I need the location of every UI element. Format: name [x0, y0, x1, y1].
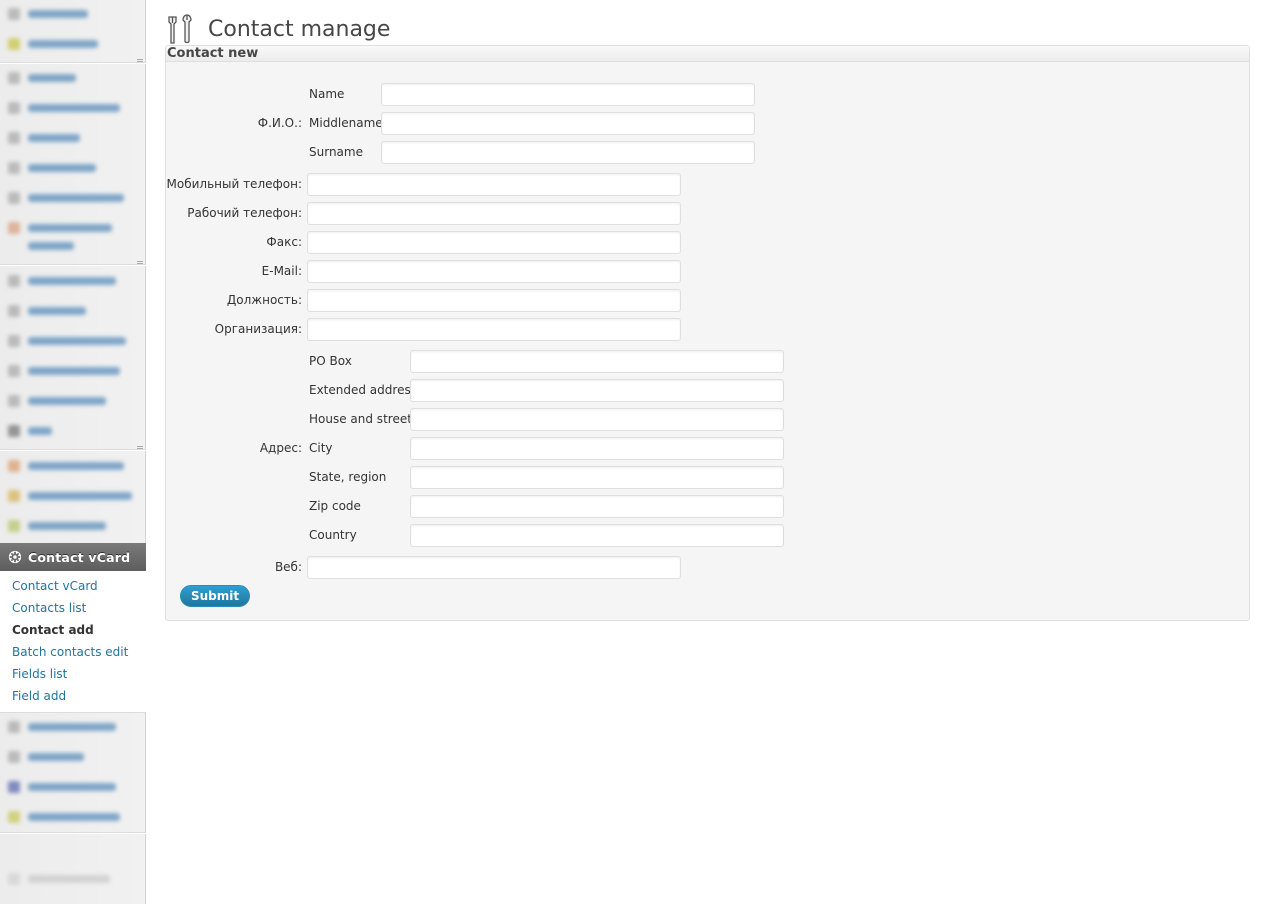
organization-label: Организация: [214, 322, 302, 336]
blurred-menu-item[interactable] [8, 130, 80, 146]
blurred-menu-item[interactable] [8, 160, 96, 176]
middlename-input[interactable] [381, 112, 755, 135]
extended-address-input[interactable] [410, 379, 784, 402]
blurred-menu-item[interactable] [8, 273, 116, 289]
submit-button[interactable]: Submit [180, 585, 251, 607]
name-input[interactable] [381, 83, 755, 106]
submenu-contact-vcard[interactable]: Contact vCard [0, 577, 146, 599]
blurred-menu-item[interactable] [8, 779, 116, 795]
zip-code-label: Zip code [309, 499, 361, 513]
submenu-batch-contacts-edit[interactable]: Batch contacts edit [0, 643, 146, 665]
mobile-phone-label: Мобильный телефон: [166, 177, 303, 191]
zip-code-input[interactable] [410, 495, 784, 518]
city-label: City [309, 441, 333, 455]
blurred-menu-item[interactable] [8, 333, 126, 349]
collapse-menu[interactable] [8, 871, 110, 887]
page-title: Contact manage [208, 16, 391, 42]
blurred-menu-item[interactable] [8, 809, 120, 825]
submenu-contact-add[interactable]: Contact add [0, 621, 146, 643]
blurred-menu-item[interactable] [8, 238, 74, 254]
house-street-label: House and street [309, 412, 412, 426]
blurred-menu-item[interactable] [8, 6, 88, 22]
middlename-label: Middlename [309, 116, 383, 130]
menu-separator [0, 449, 146, 450]
menu-separator [0, 264, 146, 265]
mobile-phone-input[interactable] [307, 173, 681, 196]
blurred-menu-item[interactable] [8, 719, 116, 735]
email-label: E-Mail: [261, 264, 302, 278]
blurred-menu-item[interactable] [8, 70, 76, 86]
address-label: Адрес: [259, 441, 302, 455]
blurred-menu-item[interactable] [8, 363, 120, 379]
blurred-menu-item[interactable] [8, 518, 106, 534]
blurred-menu-item[interactable] [8, 458, 124, 474]
admin-sidebar: Contact vCard Contact vCard Contacts lis… [0, 0, 154, 904]
blurred-menu-item[interactable] [8, 220, 112, 236]
blurred-menu-item[interactable] [8, 100, 120, 116]
surname-label: Surname [309, 145, 363, 159]
submenu-fields-list[interactable]: Fields list [0, 665, 146, 687]
menu-separator [0, 62, 146, 63]
position-input[interactable] [307, 289, 681, 312]
menu-separator [0, 832, 146, 833]
blurred-menu-item[interactable] [8, 190, 124, 206]
blurred-menu-item[interactable] [8, 488, 132, 504]
blurred-menu-item[interactable] [8, 749, 84, 765]
work-phone-label: Рабочий телефон: [187, 206, 302, 220]
contact-form-box: Contact new Name Ф.И.О.: Middlename Surn… [165, 45, 1250, 621]
house-street-input[interactable] [410, 408, 784, 431]
fio-label: Ф.И.О.: [257, 116, 302, 130]
name-label: Name [309, 87, 345, 101]
page-header: Contact manage [166, 12, 390, 46]
web-input[interactable] [307, 556, 681, 579]
submenu: Contact vCard Contacts list Contact add … [0, 571, 146, 713]
blurred-menu-item[interactable] [8, 423, 52, 439]
blurred-menu-item[interactable] [8, 36, 98, 52]
city-input[interactable] [410, 437, 784, 460]
tools-icon [168, 14, 192, 44]
country-label: Country [309, 528, 357, 542]
work-phone-input[interactable] [307, 202, 681, 225]
organization-input[interactable] [307, 318, 681, 341]
state-region-label: State, region [309, 470, 387, 484]
email-input[interactable] [307, 260, 681, 283]
blurred-menu-item[interactable] [8, 303, 86, 319]
fax-label: Факс: [266, 235, 302, 249]
po-box-label: PO Box [309, 354, 352, 368]
submenu-contacts-list[interactable]: Contacts list [0, 599, 146, 621]
country-input[interactable] [410, 524, 784, 547]
submenu-field-add[interactable]: Field add [0, 687, 146, 709]
web-label: Веб: [274, 560, 302, 574]
fax-input[interactable] [307, 231, 681, 254]
po-box-input[interactable] [410, 350, 784, 373]
form-title: Contact new [166, 46, 1249, 62]
position-label: Должность: [226, 293, 302, 307]
blurred-menu-item[interactable] [8, 393, 106, 409]
extended-address-label: Extended address [309, 383, 417, 397]
main-content: Contact manage Contact new Name Ф.И.О.: … [146, 0, 1266, 904]
gear-icon [8, 550, 22, 564]
state-region-input[interactable] [410, 466, 784, 489]
menu-title: Contact vCard [28, 549, 131, 565]
surname-input[interactable] [381, 141, 755, 164]
menu-contact-vcard[interactable]: Contact vCard [0, 543, 154, 571]
